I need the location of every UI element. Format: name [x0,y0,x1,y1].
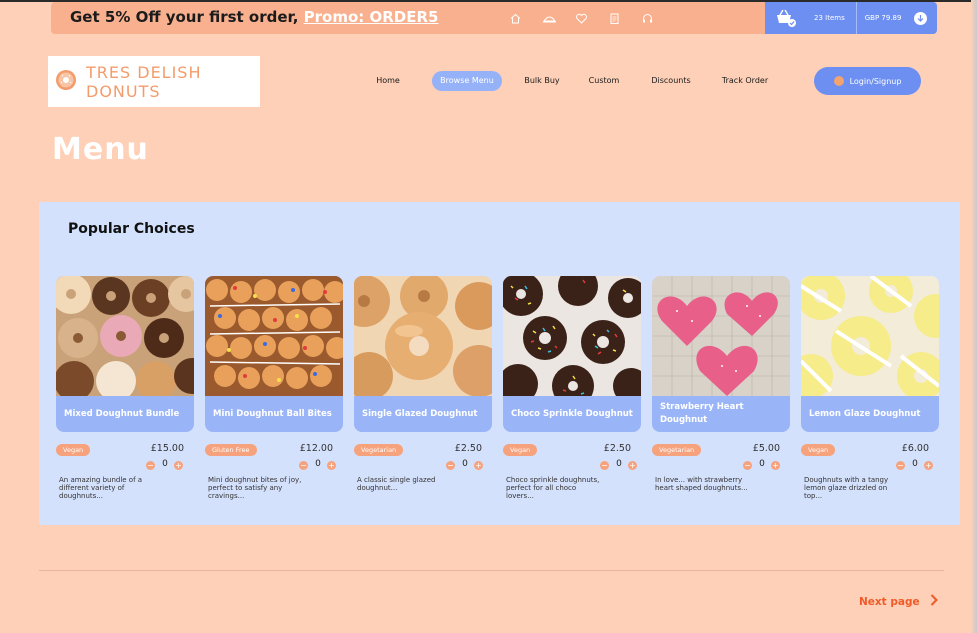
quantity-stepper: − 0 + [354,459,492,473]
quantity-stepper: − 0 + [503,459,641,473]
login-signup-button[interactable]: Login/Signup [814,67,921,95]
product-card[interactable]: Strawberry Heart Doughnut Vegetarian £5.… [652,276,790,492]
user-icon [833,76,844,86]
product-name: Mixed Doughnut Bundle [56,396,194,432]
product-name: Single Glazed Doughnut [354,396,492,432]
decrease-quantity-button[interactable]: − [299,461,308,470]
section-divider [39,570,944,571]
increase-quantity-button[interactable]: + [174,461,183,470]
decrease-quantity-button[interactable]: − [743,461,752,470]
quantity-value: 0 [315,459,321,469]
quick-icons [509,10,654,24]
product-meta: Vegan £6.00 [801,442,939,458]
product-card[interactable]: Lemon Glaze Doughnut Vegan £6.00 − 0 + D… [801,276,939,500]
diet-tag: Vegetarian [354,444,404,456]
quantity-value: 0 [759,459,765,469]
product-card[interactable]: Mini Doughnut Ball Bites Gluten Free £12… [205,276,343,500]
promo-text: Get 5% Off your first order, Promo: ORDE… [70,8,438,26]
diet-tag: Gluten Free [205,444,257,456]
next-page-link[interactable]: Next page [859,594,938,609]
product-description: Mini doughnut bites of joy, perfect to s… [208,476,302,500]
product-image [652,276,790,396]
product-price: £12.00 [299,443,333,454]
promo-bar: Get 5% Off your first order, Promo: ORDE… [51,2,937,34]
section-title: Popular Choices [68,221,195,237]
headset-icon[interactable] [641,10,654,23]
product-card[interactable]: Choco Sprinkle Doughnut Vegan £2.50 − 0 … [503,276,641,500]
product-image [354,276,492,396]
page-title: Menu [52,132,149,167]
cart-divider [855,2,857,34]
quantity-stepper: − 0 + [205,459,343,473]
next-page-label: Next page [859,595,920,608]
decrease-quantity-button[interactable]: − [146,461,155,470]
quantity-stepper: − 0 + [652,459,790,473]
increase-quantity-button[interactable]: + [628,461,637,470]
product-description: Choco sprinkle doughnuts, perfect for al… [506,476,600,500]
nav-bulk-buy[interactable]: Bulk Buy [520,71,564,91]
quantity-value: 0 [912,459,918,469]
quantity-value: 0 [462,459,468,469]
download-icon[interactable] [914,11,928,25]
product-description: A classic single glazed doughnut... [357,476,436,492]
product-image [801,276,939,396]
increase-quantity-button[interactable]: + [474,461,483,470]
decrease-quantity-button[interactable]: − [600,461,609,470]
product-meta: Vegetarian £2.50 [354,442,492,458]
product-price: £15.00 [150,443,184,454]
quantity-stepper: − 0 + [801,459,939,473]
product-image [56,276,194,396]
diet-tag: Vegetarian [652,444,702,456]
nav-home[interactable]: Home [368,71,408,91]
product-description: Doughnuts with a tangy lemon glaze drizz… [804,476,889,500]
product-description: An amazing bundle of a different variety… [59,476,143,500]
product-meta: Vegan £15.00 [56,442,194,458]
decrease-quantity-button[interactable]: − [446,461,455,470]
product-price: £6.00 [901,443,929,454]
chevron-right-icon [930,594,938,609]
product-price: £5.00 [752,443,780,454]
quantity-value: 0 [616,459,622,469]
cart-item-count: 23 Items [814,14,845,22]
home-icon[interactable] [509,10,522,24]
diet-tag: Vegan [801,444,836,456]
product-name: Choco Sprinkle Doughnut [503,396,641,432]
popular-choices-section: Popular Choices Mixed Doughnut Bundle Ve… [39,202,960,525]
product-price: £2.50 [454,443,482,454]
basket-icon [775,8,797,28]
login-label: Login/Signup [849,76,902,86]
dish-icon[interactable] [542,10,556,23]
nav-track-order[interactable]: Track Order [716,71,774,91]
nav-discounts[interactable]: Discounts [646,71,696,91]
increase-quantity-button[interactable]: + [924,461,933,470]
decrease-quantity-button[interactable]: − [896,461,905,470]
product-image [503,276,641,396]
product-name: Mini Doughnut Ball Bites [205,396,343,432]
nav-custom[interactable]: Custom [582,71,626,91]
cart-summary[interactable]: 23 Items GBP 79.89 [765,2,937,34]
product-meta: Vegetarian £5.00 [652,442,790,458]
nav-browse-menu[interactable]: Browse Menu [432,71,502,91]
diet-tag: Vegan [56,444,91,456]
product-card[interactable]: Mixed Doughnut Bundle Vegan £15.00 − 0 +… [56,276,194,500]
product-meta: Vegan £2.50 [503,442,641,458]
diet-tag: Vegan [503,444,538,456]
product-image [205,276,343,396]
quantity-value: 0 [162,459,168,469]
product-name: Strawberry Heart Doughnut [652,396,790,432]
product-name: Lemon Glaze Doughnut [801,396,939,432]
promo-code-link[interactable]: Promo: ORDER5 [304,8,439,26]
increase-quantity-button[interactable]: + [771,461,780,470]
clipboard-icon[interactable] [608,10,621,24]
product-card[interactable]: Single Glazed Doughnut Vegetarian £2.50 … [354,276,492,492]
increase-quantity-button[interactable]: + [327,461,336,470]
promo-message: Get 5% Off your first order, [70,8,304,26]
cart-total: GBP 79.89 [864,14,902,22]
scrollbar-edge [971,0,977,633]
product-price: £2.50 [603,443,631,454]
heart-icon[interactable] [575,10,588,24]
product-meta: Gluten Free £12.00 [205,442,343,458]
quantity-stepper: − 0 + [56,459,194,473]
product-description: In love... with strawberry heart shaped … [655,476,748,492]
